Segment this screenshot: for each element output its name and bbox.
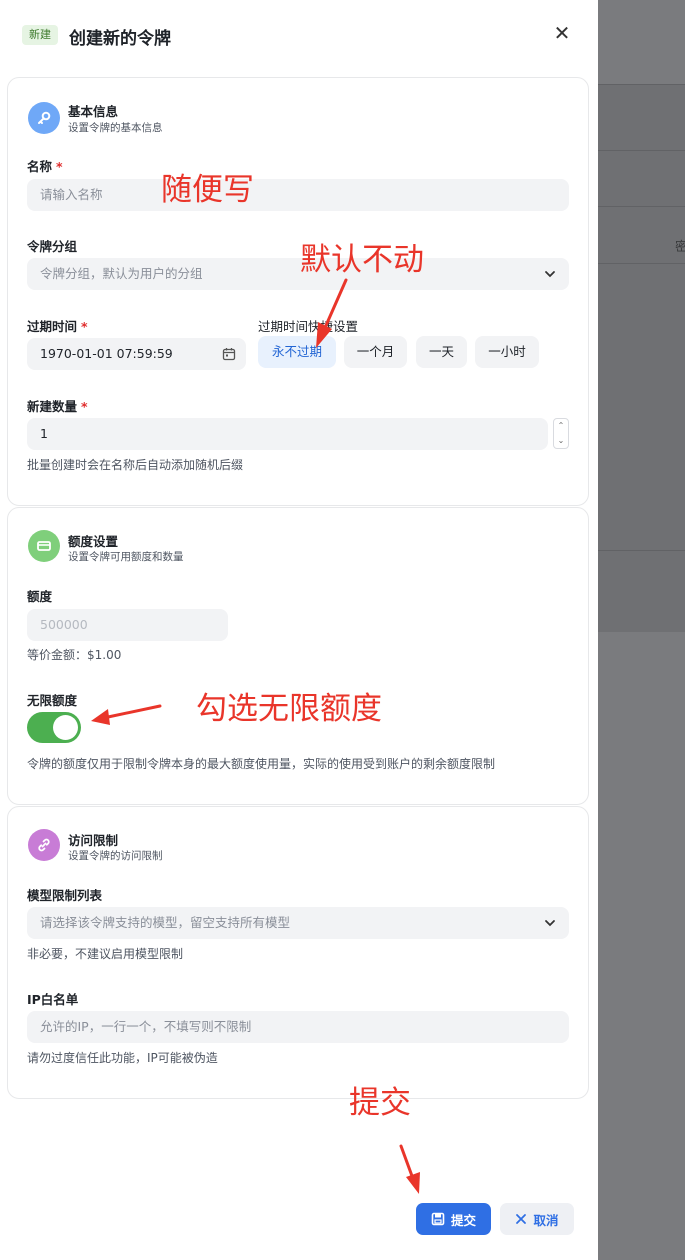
annotation-arrows xyxy=(91,278,420,1194)
arrow-group-annotation xyxy=(316,278,348,348)
arrow-unlimited-annotation xyxy=(91,704,162,725)
arrow-submit-annotation xyxy=(399,1144,420,1194)
